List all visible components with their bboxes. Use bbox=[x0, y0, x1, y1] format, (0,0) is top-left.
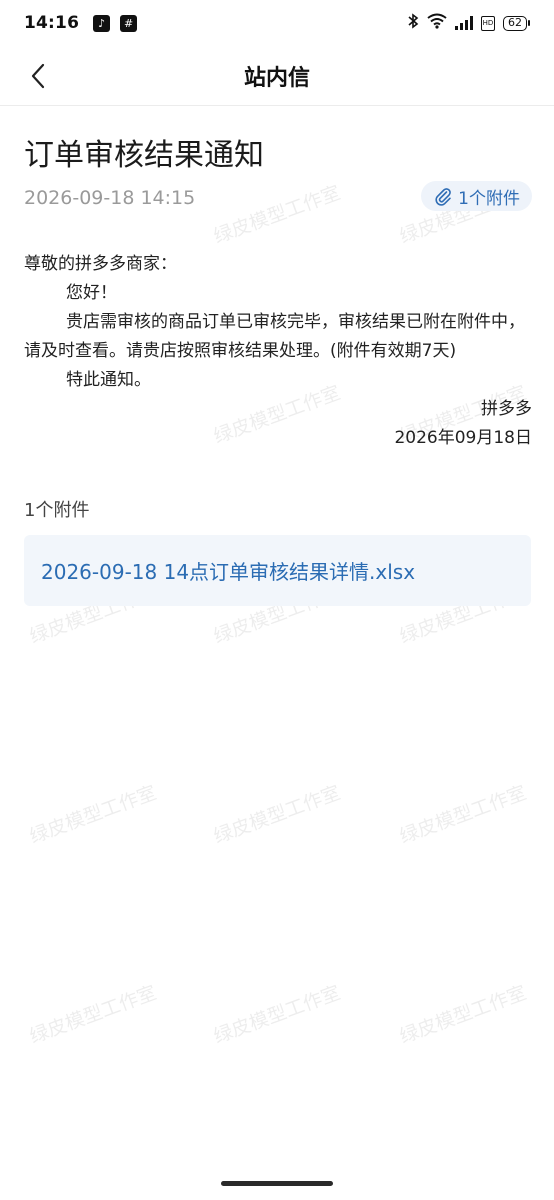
attachment-chip-label: 1个附件 bbox=[458, 188, 520, 209]
wifi-icon bbox=[427, 13, 447, 33]
tiktok-icon: ♪ bbox=[93, 14, 111, 32]
signature: 拼多多 bbox=[481, 399, 532, 419]
message-body: 尊敬的拼多多商家： 您好！ 贵店需审核的商品订单已审核完毕，审核结果已附在附件中… bbox=[24, 250, 532, 453]
status-app-icons: ♪ # bbox=[93, 14, 138, 32]
battery-level: 62 bbox=[503, 15, 527, 31]
battery-icon: 62 bbox=[503, 15, 530, 31]
watermark: 绿皮模型工作室 bbox=[210, 981, 344, 1048]
hello-line: 您好！ bbox=[66, 283, 117, 303]
attachment-file-link[interactable]: 2026-09-18 14点订单审核结果详情.xlsx bbox=[41, 556, 415, 585]
bluetooth-icon bbox=[407, 13, 419, 33]
watermark: 绿皮模型工作室 bbox=[396, 981, 530, 1048]
signal-icon bbox=[455, 16, 473, 30]
attachment-chip[interactable]: 1个附件 bbox=[421, 181, 532, 211]
watermark: 绿皮模型工作室 bbox=[26, 781, 160, 848]
hash-app-icon: # bbox=[120, 14, 138, 32]
watermark: 绿皮模型工作室 bbox=[396, 781, 530, 848]
chevron-left-icon bbox=[31, 63, 45, 89]
status-bar: 14:16 ♪ # HD 62 bbox=[0, 0, 554, 46]
message-title: 订单审核结果通知 bbox=[24, 138, 264, 173]
sim-card-icon: HD bbox=[481, 15, 495, 31]
status-time: 14:16 bbox=[24, 13, 80, 33]
closing-line: 特此通知。 bbox=[66, 370, 151, 390]
watermark: 绿皮模型工作室 bbox=[210, 181, 344, 248]
watermark: 绿皮模型工作室 bbox=[210, 781, 344, 848]
back-button[interactable] bbox=[22, 60, 54, 92]
paperclip-icon bbox=[435, 188, 452, 206]
nav-bar: 站内信 bbox=[0, 46, 554, 106]
nav-title: 站内信 bbox=[243, 65, 310, 91]
greeting: 尊敬的拼多多商家： bbox=[24, 254, 177, 274]
watermark: 绿皮模型工作室 bbox=[26, 981, 160, 1048]
attachments-heading: 1个附件 bbox=[24, 500, 90, 521]
attachment-file-card[interactable]: 2026-09-18 14点订单审核结果详情.xlsx bbox=[24, 535, 531, 606]
body-paragraph: 贵店需审核的商品订单已审核完毕，审核结果已附在附件中，请及时查看。请贵店按照审核… bbox=[24, 312, 525, 361]
message-datetime: 2026-09-18 14:15 bbox=[24, 187, 196, 209]
status-right: HD 62 bbox=[407, 13, 530, 33]
home-indicator[interactable] bbox=[221, 1181, 333, 1186]
sign-date: 2026年09月18日 bbox=[394, 428, 532, 448]
